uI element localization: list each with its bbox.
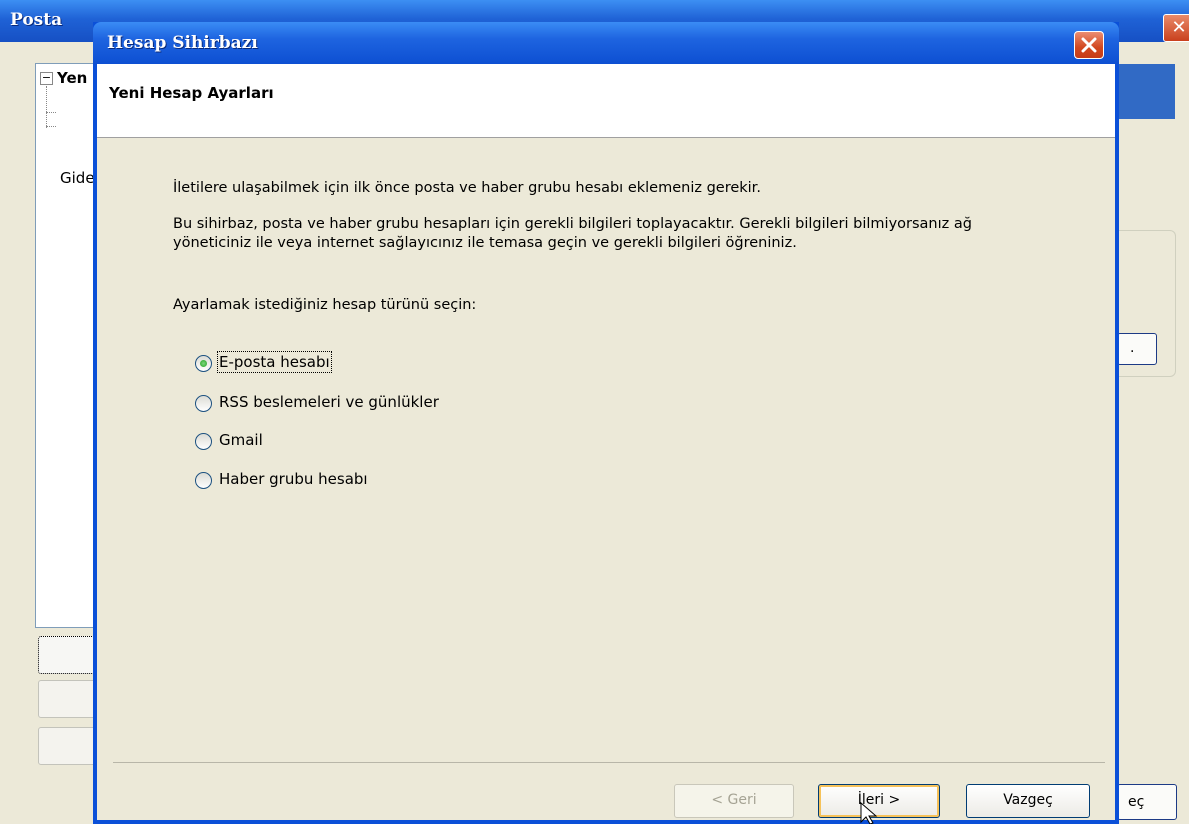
tree-root-label[interactable]: Yen xyxy=(57,69,87,87)
wizard-body: Yeni Hesap Ayarları İletilere ulaşabilme… xyxy=(97,64,1115,820)
radio-label-email[interactable]: E-posta hesabı xyxy=(217,351,332,373)
radio-button[interactable] xyxy=(195,355,212,372)
wizard-page-title: Yeni Hesap Ayarları xyxy=(109,84,274,102)
background-side-label: Gide xyxy=(60,169,95,187)
mouse-cursor-icon xyxy=(860,802,878,824)
intro-text: İletilere ulaşabilmek için ilk önce post… xyxy=(173,180,761,196)
radio-button[interactable] xyxy=(195,433,212,450)
wizard-titlebar[interactable]: Hesap Sihirbazı xyxy=(93,22,1119,64)
wizard-header: Yeni Hesap Ayarları xyxy=(97,64,1115,138)
tree-collapse-icon[interactable]: − xyxy=(40,72,53,85)
radio-button[interactable] xyxy=(195,472,212,489)
tree-line xyxy=(46,112,56,113)
close-icon[interactable] xyxy=(1074,31,1104,59)
radio-label-rss[interactable]: RSS beslemeleri ve günlükler xyxy=(219,393,439,411)
account-wizard-dialog: Hesap Sihirbazı Yeni Hesap Ayarları İlet… xyxy=(93,22,1119,824)
cancel-button[interactable]: Vazgeç xyxy=(966,784,1090,818)
tree-line xyxy=(46,126,56,127)
background-close-icon[interactable]: ✕ xyxy=(1163,14,1189,42)
footer-divider xyxy=(113,762,1105,763)
background-selected-panel xyxy=(1115,64,1175,119)
radio-selected-dot xyxy=(200,360,207,367)
wizard-title: Hesap Sihirbazı xyxy=(107,33,258,53)
background-browse-button[interactable]: . xyxy=(1117,333,1157,365)
tree-line xyxy=(46,86,48,128)
radio-label-gmail[interactable]: Gmail xyxy=(219,431,263,449)
background-window-title: Posta xyxy=(10,10,63,30)
back-button[interactable]: < Geri xyxy=(674,784,794,818)
background-cancel-button[interactable]: eç xyxy=(1117,784,1177,820)
radio-label-newsgroup[interactable]: Haber grubu hesabı xyxy=(219,470,368,488)
intro-description: Bu sihirbaz, posta ve haber grubu hesapl… xyxy=(173,216,972,251)
account-type-prompt: Ayarlamak istediğiniz hesap türünü seçin… xyxy=(173,297,477,313)
radio-button[interactable] xyxy=(195,395,212,412)
